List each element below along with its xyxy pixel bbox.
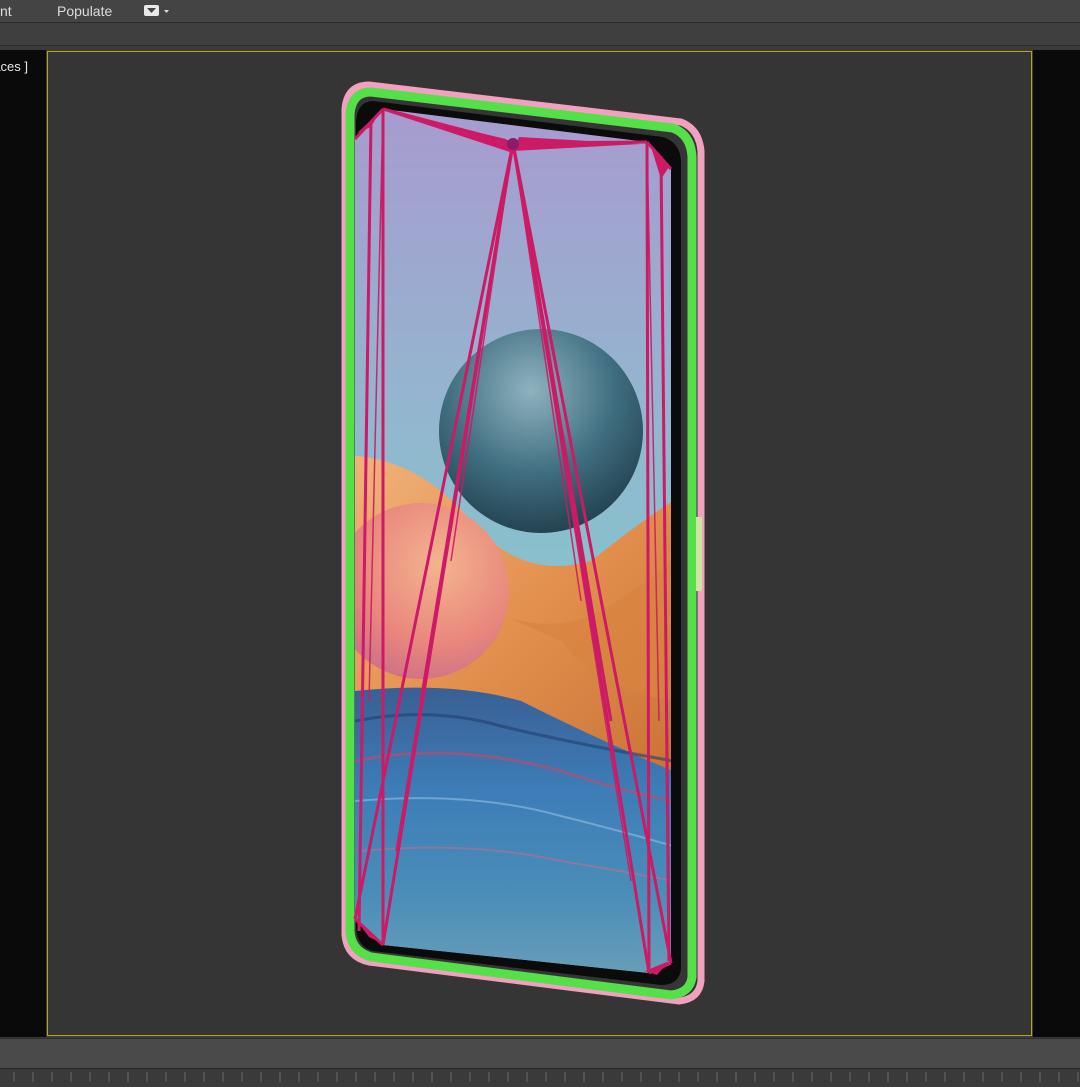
toolbar-strip [0,23,1080,46]
timeline-ruler[interactable] [0,1068,1080,1082]
left-panel: aces ] [0,50,46,1037]
menu-bar: nt Populate [0,0,1080,23]
viewport[interactable] [47,51,1032,1036]
viewport-label-fragment[interactable]: aces ] [0,59,28,74]
display-dropdown-button[interactable] [144,4,172,18]
phone-model[interactable] [48,52,1033,1037]
timeline-ticks [13,1072,1079,1082]
menu-item-truncated[interactable]: nt [0,3,12,19]
menu-item-populate[interactable]: Populate [57,3,112,19]
status-bar [0,1038,1080,1069]
right-panel [1033,50,1080,1037]
display-dropdown-icon [144,5,169,16]
